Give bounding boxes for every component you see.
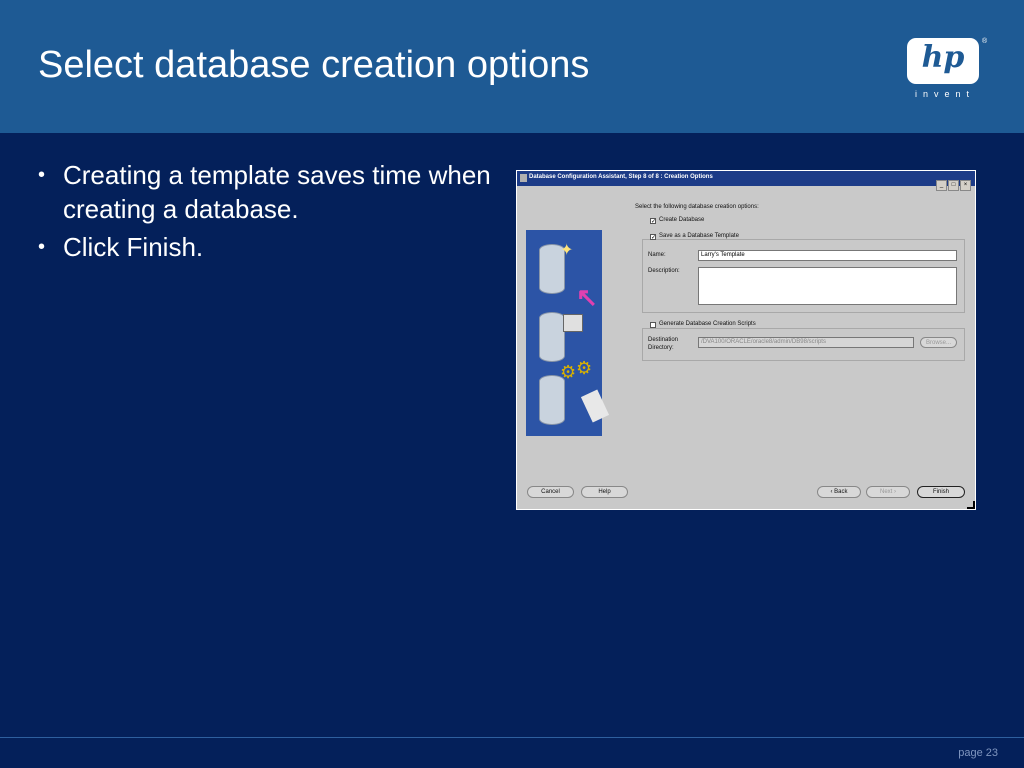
- floppy-disk-icon: [563, 314, 583, 332]
- bullet-item: • Creating a template saves time when cre…: [38, 158, 508, 226]
- footer-divider: [0, 737, 1024, 738]
- dialog-title: Database Configuration Assistant, Step 8…: [529, 174, 713, 180]
- maximize-icon[interactable]: □: [948, 180, 959, 191]
- directory-label: Directory:: [648, 345, 674, 351]
- description-input[interactable]: [698, 267, 957, 305]
- page-number: page 23: [958, 747, 998, 759]
- destination-directory-input[interactable]: /DVA100/ORACLE/oracle8/admin/DB98/script…: [698, 337, 914, 348]
- create-database-label: Create Database: [659, 217, 705, 223]
- destination-label: Destination: [648, 337, 679, 343]
- finish-button[interactable]: Finish: [917, 486, 965, 498]
- script-document-icon: [580, 389, 610, 423]
- bullet-list: • Creating a template saves time when cre…: [38, 158, 508, 268]
- generate-scripts-label: Generate Database Creation Scripts: [659, 321, 758, 327]
- dialog-title-bar: Database Configuration Assistant, Step 8…: [517, 171, 975, 191]
- slide-title: Select database creation options: [38, 44, 590, 86]
- save-template-label: Save as a Database Template: [659, 233, 741, 239]
- window-controls: _ □ ×: [935, 173, 971, 191]
- hp-logo-badge: hp: [907, 38, 979, 84]
- create-database-checkbox[interactable]: ✓: [650, 218, 656, 225]
- browse-button[interactable]: Browse...: [920, 337, 957, 348]
- cancel-button[interactable]: Cancel: [527, 486, 574, 498]
- instruction-text: Select the following database creation o…: [635, 204, 759, 210]
- help-button[interactable]: Help: [581, 486, 628, 498]
- wizard-illustration: ✦ ↖ ⚙ ⚙: [526, 230, 610, 436]
- bullet-icon: •: [38, 236, 46, 258]
- registered-mark: ®: [982, 38, 988, 45]
- minimize-icon[interactable]: _: [936, 180, 947, 191]
- bullet-icon: •: [38, 164, 46, 186]
- hp-logo: hp ® invent: [907, 38, 987, 102]
- generate-scripts-checkbox[interactable]: [650, 322, 656, 328]
- app-icon: [520, 174, 527, 182]
- template-name-input[interactable]: Larry's Template: [698, 250, 957, 261]
- bullet-text: Creating a template saves time when crea…: [63, 160, 491, 224]
- hp-logo-text: hp: [921, 40, 965, 75]
- next-button[interactable]: Next ›: [866, 486, 910, 498]
- next-label: Next: [879, 489, 893, 495]
- gear-icon: ⚙: [560, 362, 577, 382]
- description-label: Description:: [648, 268, 680, 274]
- sparkle-icon: ✦: [560, 242, 574, 259]
- hp-logo-tagline: invent: [914, 89, 976, 99]
- resize-handle[interactable]: [967, 501, 975, 509]
- name-label: Name:: [648, 252, 666, 258]
- back-button[interactable]: ‹ Back: [817, 486, 861, 498]
- save-template-checkbox[interactable]: ✓: [650, 234, 656, 241]
- database-icon: [539, 312, 565, 362]
- bullet-text: Click Finish.: [63, 232, 204, 262]
- arrow-icon: ↖: [576, 282, 598, 312]
- chevron-right-icon: ›: [892, 489, 896, 495]
- dbca-dialog-screenshot: Database Configuration Assistant, Step 8…: [516, 170, 976, 510]
- close-icon[interactable]: ×: [960, 180, 971, 191]
- back-label: Back: [834, 489, 848, 495]
- gear-icon: ⚙: [576, 358, 593, 378]
- bullet-item: • Click Finish.: [38, 230, 508, 264]
